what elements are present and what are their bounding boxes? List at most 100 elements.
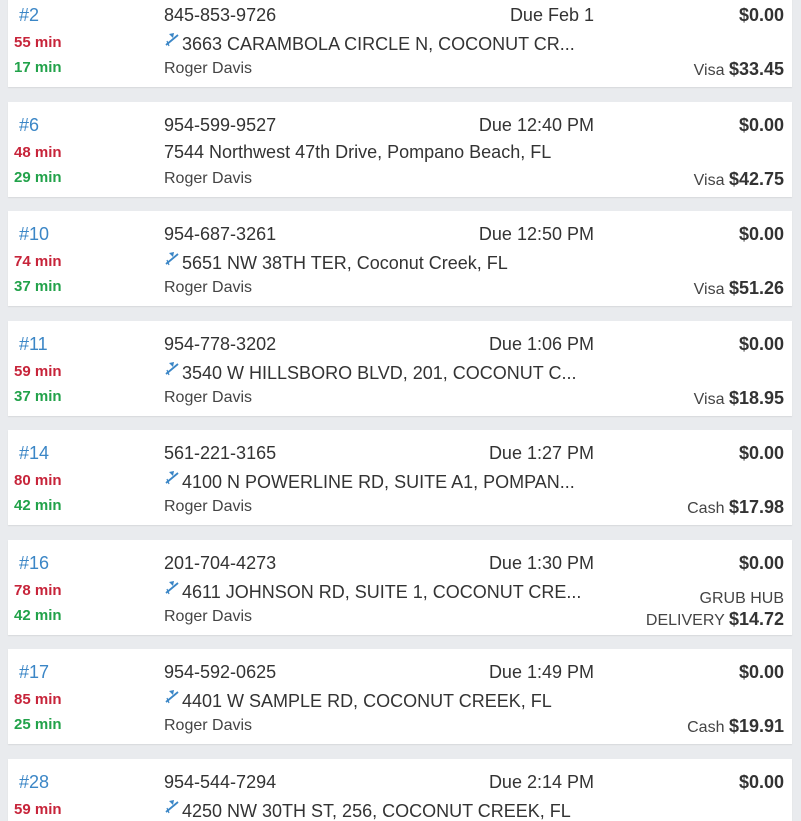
elapsed-time: 80 min bbox=[14, 472, 62, 489]
remaining-time: 42 min bbox=[14, 497, 62, 514]
order-total: $51.26 bbox=[728, 278, 784, 298]
payment-info: GRUB HUB DELIVERY $14.72 bbox=[646, 588, 784, 631]
due-time: Due 12:50 PM bbox=[478, 224, 594, 244]
due-time: Due 2:14 PM bbox=[488, 772, 594, 792]
delivery-address[interactable]: 4250 NW 30TH ST, 256, COCONUT CREEK, FL bbox=[164, 799, 571, 821]
driver-name: Roger Davis bbox=[164, 279, 253, 296]
payment-info: Visa $18.95 bbox=[694, 388, 784, 410]
delivery-address[interactable]: 3663 CARAMBOLA CIRCLE N, COCONUT CR... bbox=[164, 32, 575, 55]
payment-method-line2: DELIVERY bbox=[645, 612, 725, 629]
amount-due: $0.00 bbox=[738, 334, 784, 354]
due-time: Due 12:40 PM bbox=[478, 115, 594, 135]
customer-phone[interactable]: 845-853-9726 bbox=[164, 5, 276, 26]
customer-phone[interactable]: 954-544-7294 bbox=[164, 772, 276, 793]
order-card[interactable]: #14 80 min 42 min 561-221-3165 Due 1:27 PM 41… bbox=[8, 430, 792, 525]
remaining-time: 25 min bbox=[14, 716, 62, 733]
order-card[interactable]: #11 59 min 37 min 954-778-3202 Due 1:06 PM 35… bbox=[8, 321, 792, 416]
payment-method: Visa bbox=[693, 391, 725, 408]
delivery-address[interactable]: 7544 Northwest 47th Drive, Pompano Beach… bbox=[164, 142, 551, 163]
driver-name: Roger Davis bbox=[164, 717, 253, 734]
due-time: Due 1:27 PM bbox=[488, 443, 594, 463]
address-text: 7544 Northwest 47th Drive, Pompano Beach… bbox=[164, 142, 552, 162]
payment-info: Visa $51.26 bbox=[694, 278, 784, 300]
send-arrow-icon bbox=[165, 581, 179, 595]
payment-method: GRUB HUB bbox=[699, 590, 784, 607]
payment-info: Cash $19.91 bbox=[687, 716, 784, 738]
order-total: $18.95 bbox=[728, 388, 784, 408]
order-card[interactable]: #17 85 min 25 min 954-592-0625 Due 1:49 PM 44… bbox=[8, 649, 792, 744]
order-number: #28 bbox=[19, 772, 50, 792]
delivery-address[interactable]: 5651 NW 38TH TER, Coconut Creek, FL bbox=[164, 251, 508, 274]
order-number: #16 bbox=[19, 553, 50, 573]
driver-name: Roger Davis bbox=[164, 170, 253, 187]
order-card[interactable]: #2 55 min 17 min 845-853-9726 Due Feb 1 3663 … bbox=[8, 0, 792, 87]
payment-method: Cash bbox=[687, 500, 725, 517]
payment-info: Visa $33.45 bbox=[694, 59, 784, 81]
amount-due: $0.00 bbox=[738, 772, 784, 792]
amount-due: $0.00 bbox=[738, 662, 784, 682]
elapsed-time: 74 min bbox=[14, 253, 62, 270]
payment-method: Visa bbox=[693, 281, 725, 298]
order-total: $17.98 bbox=[728, 497, 784, 517]
order-number: #6 bbox=[19, 115, 40, 135]
remaining-time: 37 min bbox=[14, 388, 62, 405]
customer-phone[interactable]: 954-778-3202 bbox=[164, 334, 276, 355]
address-text: 4611 JOHNSON RD, SUITE 1, COCONUT CRE... bbox=[182, 582, 582, 602]
amount-due: $0.00 bbox=[738, 224, 784, 244]
order-card[interactable]: #28 59 min 954-544-7294 Due 2:14 PM 4250 NW … bbox=[8, 759, 792, 821]
send-arrow-icon bbox=[165, 690, 179, 704]
due-time: Due 1:30 PM bbox=[488, 553, 594, 573]
delivery-address[interactable]: 4401 W SAMPLE RD, COCONUT CREEK, FL bbox=[164, 689, 552, 712]
payment-method: Visa bbox=[693, 62, 725, 79]
due-time: Due Feb 1 bbox=[509, 5, 594, 25]
order-total: $14.72 bbox=[728, 609, 784, 629]
elapsed-time: 59 min bbox=[14, 801, 62, 818]
delivery-address[interactable]: 4100 N POWERLINE RD, SUITE A1, POMPAN... bbox=[164, 470, 575, 493]
due-time: Due 1:06 PM bbox=[488, 334, 594, 354]
driver-name: Roger Davis bbox=[164, 60, 253, 77]
address-text: 4401 W SAMPLE RD, COCONUT CREEK, FL bbox=[182, 691, 552, 711]
elapsed-time: 48 min bbox=[14, 144, 62, 161]
delivery-address[interactable]: 4611 JOHNSON RD, SUITE 1, COCONUT CRE... bbox=[164, 580, 581, 603]
order-card[interactable]: #6 48 min 29 min 954-599-9527 Due 12:40 PM 75… bbox=[8, 102, 792, 197]
address-text: 5651 NW 38TH TER, Coconut Creek, FL bbox=[182, 253, 508, 273]
order-card[interactable]: #10 74 min 37 min 954-687-3261 Due 12:50 PM 5… bbox=[8, 211, 792, 306]
elapsed-time: 55 min bbox=[14, 34, 62, 51]
remaining-time: 37 min bbox=[14, 278, 62, 295]
driver-name: Roger Davis bbox=[164, 389, 253, 406]
amount-due: $0.00 bbox=[738, 443, 784, 463]
elapsed-time: 78 min bbox=[14, 582, 62, 599]
customer-phone[interactable]: 954-687-3261 bbox=[164, 224, 276, 245]
amount-due: $0.00 bbox=[738, 115, 784, 135]
delivery-address[interactable]: 3540 W HILLSBORO BLVD, 201, COCONUT C... bbox=[164, 361, 576, 384]
driver-name: Roger Davis bbox=[164, 498, 253, 515]
address-text: 4100 N POWERLINE RD, SUITE A1, POMPAN... bbox=[182, 472, 575, 492]
customer-phone[interactable]: 201-704-4273 bbox=[164, 553, 276, 574]
customer-phone[interactable]: 954-592-0625 bbox=[164, 662, 276, 683]
order-number: #10 bbox=[19, 224, 50, 244]
address-text: 4250 NW 30TH ST, 256, COCONUT CREEK, FL bbox=[182, 801, 571, 821]
address-text: 3540 W HILLSBORO BLVD, 201, COCONUT C... bbox=[182, 363, 577, 383]
driver-name: Roger Davis bbox=[164, 608, 253, 625]
remaining-time: 29 min bbox=[14, 169, 62, 186]
send-arrow-icon bbox=[165, 362, 179, 376]
payment-info: Visa $42.75 bbox=[694, 169, 784, 191]
send-arrow-icon bbox=[165, 252, 179, 266]
order-number: #17 bbox=[19, 662, 50, 682]
order-number: #14 bbox=[19, 443, 50, 463]
remaining-time: 42 min bbox=[14, 607, 62, 624]
customer-phone[interactable]: 561-221-3165 bbox=[164, 443, 276, 464]
customer-phone[interactable]: 954-599-9527 bbox=[164, 115, 276, 136]
remaining-time: 17 min bbox=[14, 59, 62, 76]
payment-method: Visa bbox=[693, 172, 725, 189]
order-total: $19.91 bbox=[728, 716, 784, 736]
amount-due: $0.00 bbox=[738, 553, 784, 573]
address-text: 3663 CARAMBOLA CIRCLE N, COCONUT CR... bbox=[182, 34, 575, 54]
elapsed-time: 59 min bbox=[14, 363, 62, 380]
elapsed-time: 85 min bbox=[14, 691, 62, 708]
order-card[interactable]: #16 78 min 42 min 201-704-4273 Due 1:30 PM 46… bbox=[8, 540, 792, 635]
payment-method: Cash bbox=[687, 719, 725, 736]
payment-info: Cash $17.98 bbox=[687, 497, 784, 519]
order-total: $42.75 bbox=[728, 169, 784, 189]
order-list[interactable]: #2 55 min 17 min 845-853-9726 Due Feb 1 3663 … bbox=[0, 0, 801, 821]
